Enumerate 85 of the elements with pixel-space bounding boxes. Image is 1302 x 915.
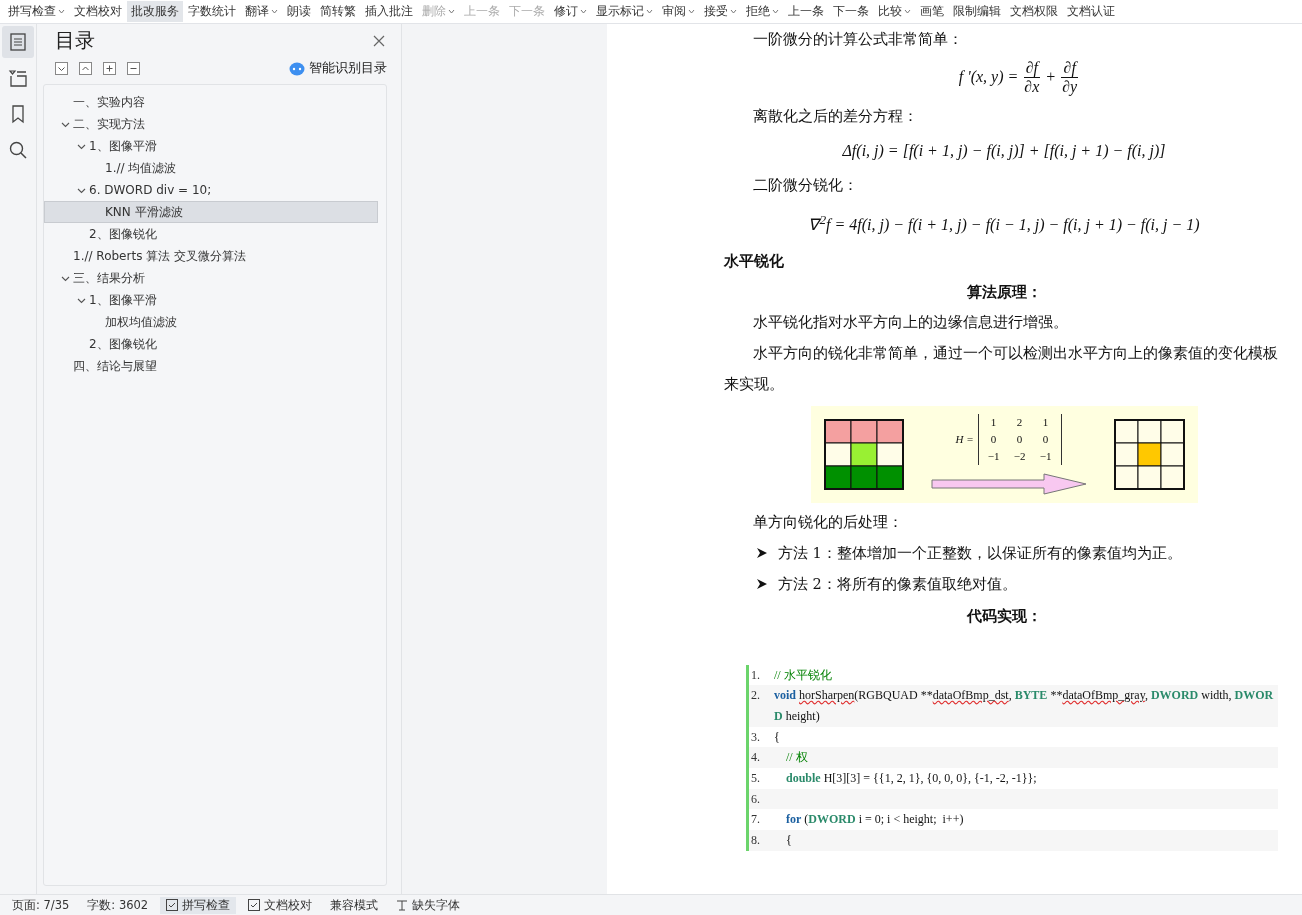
paragraph: 二阶微分锐化： bbox=[752, 176, 859, 196]
arrow-bullet-icon bbox=[756, 547, 768, 559]
toolbar-button[interactable]: 翻译 bbox=[241, 1, 282, 22]
code-line: { bbox=[774, 728, 781, 746]
collapse-button[interactable] bbox=[55, 62, 68, 75]
line-number: 7. bbox=[751, 811, 761, 829]
toc-item[interactable]: 一、实验内容 bbox=[44, 91, 378, 113]
outline-icon bbox=[8, 68, 28, 88]
matrix-formula: H = 1 2 1 0 0 0 −1 −2 −1 bbox=[955, 413, 1062, 465]
line-number: 4. bbox=[751, 749, 761, 767]
section-heading: 水平锐化 bbox=[724, 250, 785, 271]
check-icon bbox=[248, 899, 261, 911]
code-line: // 水平锐化 bbox=[774, 666, 833, 684]
toolbar-button[interactable]: 上一条 bbox=[784, 1, 828, 22]
toc-item[interactable]: 1.// 均值滤波 bbox=[44, 157, 378, 179]
status-item[interactable]: 字数: 3602 bbox=[81, 896, 155, 914]
code-line: for (DWORD i = 0; i < height; i++) bbox=[785, 811, 965, 829]
paragraph: 水平锐化指对水平方向上的边缘信息进行增强。 bbox=[752, 312, 1069, 332]
close-icon[interactable] bbox=[373, 34, 385, 47]
expand-up-button[interactable] bbox=[79, 62, 92, 75]
line-number: 2. bbox=[751, 687, 761, 705]
toolbar-button[interactable]: 接受 bbox=[700, 1, 741, 22]
toc-item[interactable]: KNN 平滑滤波 bbox=[44, 201, 378, 223]
toolbar-button[interactable]: 批改服务 bbox=[127, 1, 183, 22]
arrow-bullet-icon bbox=[756, 578, 768, 590]
code-line: // 权 bbox=[785, 749, 809, 767]
toc-item[interactable]: 三、结果分析 bbox=[44, 267, 378, 289]
line-number: 5. bbox=[751, 770, 761, 788]
panel-title: 目录 bbox=[55, 27, 95, 54]
toolbar-button[interactable]: 文档认证 bbox=[1063, 1, 1119, 22]
toolbar-button[interactable]: 限制编辑 bbox=[949, 1, 1005, 22]
line-number: 1. bbox=[751, 666, 761, 684]
toolbar-button[interactable]: 文档校对 bbox=[70, 1, 126, 22]
toolbar-button[interactable]: 简转繁 bbox=[316, 1, 360, 22]
toc-item[interactable]: 6. DWORD div = 10; bbox=[44, 179, 378, 201]
paragraph: 水平方向的锐化非常简单，通过一个可以检测出水平方向上的像素值的变化模板来实现。 bbox=[724, 343, 1279, 394]
toc-item[interactable]: 二、实现方法 bbox=[44, 113, 378, 135]
formula: Δf(i, j) = [f(i + 1, j) − f(i, j)] + [f(i, j + 1) − f(i, j)] bbox=[841, 141, 1167, 162]
status-item[interactable]: 兼容模式 bbox=[324, 896, 385, 914]
search-icon bbox=[8, 140, 28, 160]
code-line: double H[3][3] = {{1, 2, 1}, {0, 0, 0}, {-1, -2, -1}}; bbox=[785, 770, 1038, 788]
toolbar-button[interactable]: 拼写检查 bbox=[4, 1, 69, 22]
subsection-heading: 代码实现： bbox=[965, 605, 1043, 626]
toolbar-button[interactable]: 画笔 bbox=[916, 1, 948, 22]
toc-item[interactable]: 1、图像平滑 bbox=[44, 289, 378, 311]
toc-item[interactable]: 1、图像平滑 bbox=[44, 135, 378, 157]
toolbar-button[interactable]: 下一条 bbox=[829, 1, 873, 22]
toolbar-button[interactable]: 字数统计 bbox=[184, 1, 240, 22]
paragraph: 离散化之后的差分方程： bbox=[752, 107, 919, 127]
toc-item[interactable]: 2、图像锐化 bbox=[44, 333, 378, 355]
plus-button[interactable] bbox=[103, 62, 116, 75]
line-number: 3. bbox=[751, 728, 761, 746]
check-icon bbox=[166, 899, 179, 911]
line-number: 8. bbox=[751, 832, 761, 850]
status-item[interactable]: 缺失字体 bbox=[390, 896, 467, 914]
status-item[interactable]: 文档校对 bbox=[242, 896, 319, 914]
subsection-heading: 算法原理： bbox=[965, 281, 1043, 302]
line-number: 6. bbox=[751, 790, 761, 808]
toc-item[interactable]: 加权均值滤波 bbox=[44, 311, 378, 333]
status-item[interactable]: 页面: 7/35 bbox=[6, 896, 76, 914]
paragraph: 单方向锐化的后处理： bbox=[752, 512, 904, 532]
toolbar-button[interactable]: 比较 bbox=[874, 1, 915, 22]
toolbar-button[interactable]: 朗读 bbox=[283, 1, 315, 22]
list-item-text: 方法 2：将所有的像素值取绝对值。 bbox=[778, 574, 1017, 594]
smart-toc-button[interactable]: 智能识别目录 bbox=[289, 60, 387, 77]
toolbar-button[interactable]: 插入批注 bbox=[361, 1, 417, 22]
toc-item[interactable]: 1.// Roberts 算法 交叉微分算法 bbox=[44, 245, 378, 267]
toolbar-button[interactable]: 审阅 bbox=[658, 1, 699, 22]
document-icon bbox=[8, 32, 28, 52]
code-line: { bbox=[785, 832, 793, 850]
toc-item[interactable]: 四、结论与展望 bbox=[44, 355, 378, 377]
code-line: void horSharpen(RGBQUAD **dataOfBmp_dst, BYTE **dataOfBmp_gray, DWORD width, DWORD height) bbox=[774, 687, 1275, 725]
toolbar-button[interactable]: 文档权限 bbox=[1006, 1, 1062, 22]
status-item[interactable]: 拼写检查 bbox=[160, 896, 237, 914]
formula: ∇$^{2}$f = 4f(i, j) − f(i + 1, j) − f(i − 1, j) − f(i, j + 1) − f(i, j − 1) bbox=[807, 211, 1201, 236]
assistant-icon bbox=[289, 61, 305, 76]
toolbar-button[interactable]: 修订 bbox=[550, 1, 591, 22]
output-grid-drawing bbox=[1113, 418, 1185, 490]
paragraph: 一阶微分的计算公式非常简单： bbox=[752, 30, 964, 49]
toolbar-button[interactable]: 拒绝 bbox=[742, 1, 783, 22]
list-item-text: 方法 1：整体增加一个正整数，以保证所有的像素值均为正。 bbox=[778, 543, 1182, 563]
toolbar-button[interactable]: 显示标记 bbox=[592, 1, 657, 22]
toc-item[interactable]: 2、图像锐化 bbox=[44, 223, 378, 245]
minus-button[interactable] bbox=[127, 62, 140, 75]
font-icon bbox=[396, 899, 409, 911]
